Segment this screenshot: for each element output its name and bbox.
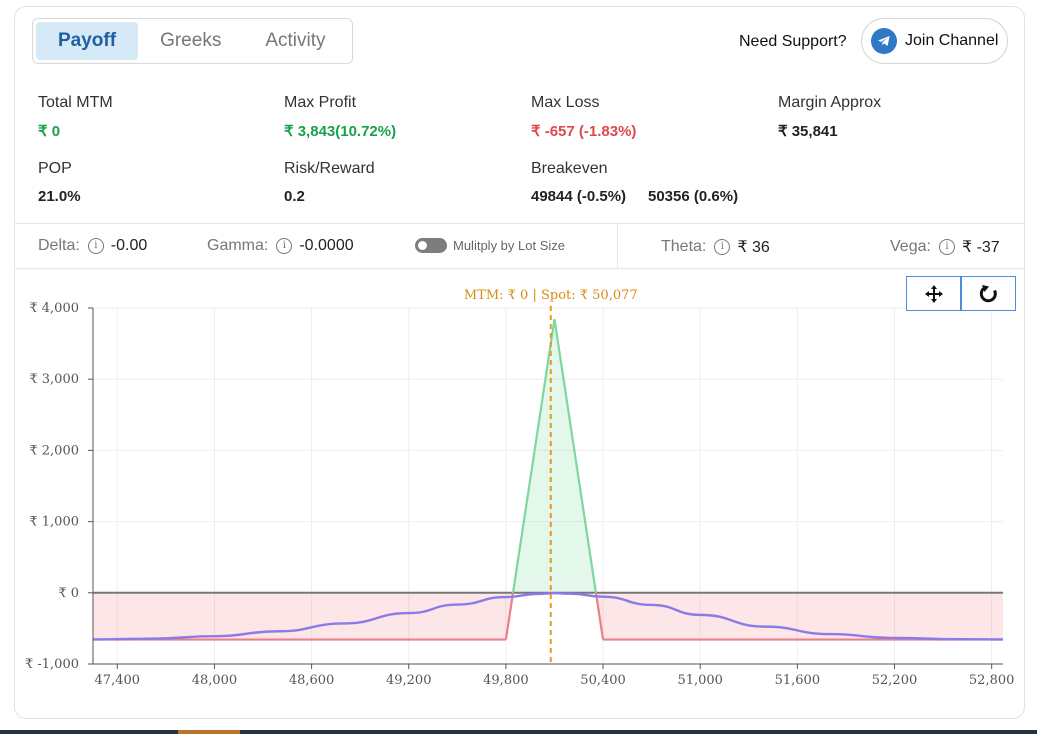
need-support-text: Need Support? bbox=[739, 33, 847, 50]
theta-stat: Theta: i ₹ 36 bbox=[661, 237, 770, 257]
payoff-chart[interactable]: MTM: ₹ 0 | Spot: ₹ 50,077 ₹ 4,000 ₹ 3,000 ₹… bbox=[0, 270, 1037, 720]
x-tick-label: 51,600 bbox=[775, 673, 821, 688]
breakeven-upper-value: 50356 (0.6%) bbox=[648, 188, 739, 205]
chart-title: MTM: ₹ 0 | Spot: ₹ 50,077 bbox=[464, 288, 638, 303]
reset-zoom-button[interactable] bbox=[961, 276, 1016, 311]
multiply-lot-size-toggle[interactable] bbox=[415, 238, 447, 253]
delta-value: -0.00 bbox=[110, 237, 148, 254]
max-loss-label: Max Loss bbox=[531, 94, 600, 111]
info-icon[interactable]: i bbox=[276, 238, 293, 254]
y-tick-label: ₹ 2,000 bbox=[29, 443, 79, 458]
x-tick-label: 47,400 bbox=[95, 673, 141, 688]
divider bbox=[15, 223, 1024, 224]
x-tick-label: 48,000 bbox=[192, 673, 238, 688]
risk-reward-label: Risk/Reward bbox=[284, 160, 375, 177]
tab-payoff[interactable]: Payoff bbox=[36, 22, 139, 60]
x-tick-label: 49,200 bbox=[386, 673, 432, 688]
x-tick-label: 50,400 bbox=[580, 673, 626, 688]
breakeven-label: Breakeven bbox=[531, 160, 608, 177]
gamma-value: -0.0000 bbox=[299, 237, 354, 254]
total-mtm-label: Total MTM bbox=[38, 94, 113, 111]
divider bbox=[617, 224, 618, 268]
y-tick-label: ₹ 4,000 bbox=[29, 301, 79, 316]
tab-activity[interactable]: Activity bbox=[243, 22, 347, 60]
pop-label: POP bbox=[38, 160, 72, 177]
margin-value: ₹ 35,841 bbox=[778, 123, 838, 140]
x-tick-label: 49,800 bbox=[483, 673, 529, 688]
view-tabs: Payoff Greeks Activity bbox=[32, 18, 353, 64]
x-tick-label: 48,600 bbox=[289, 673, 335, 688]
pan-button[interactable] bbox=[906, 276, 961, 311]
join-channel-button[interactable]: Join Channel bbox=[861, 18, 1008, 64]
bottom-bar-segment bbox=[178, 730, 240, 734]
total-mtm-value: ₹ 0 bbox=[38, 123, 61, 140]
gamma-label: Gamma: bbox=[207, 237, 269, 254]
delta-stat: Delta: i -0.00 bbox=[38, 237, 147, 255]
move-icon bbox=[924, 284, 943, 303]
info-icon[interactable]: i bbox=[714, 239, 731, 255]
delta-label: Delta: bbox=[38, 237, 80, 254]
divider bbox=[15, 268, 1024, 269]
vega-value: ₹ -37 bbox=[961, 239, 1000, 256]
max-profit-label: Max Profit bbox=[284, 94, 357, 111]
telegram-icon bbox=[871, 28, 897, 54]
multiply-lot-size-label: Mulitply by Lot Size bbox=[453, 238, 565, 253]
x-tick-label: 52,800 bbox=[969, 673, 1015, 688]
y-tick-label: ₹ 3,000 bbox=[29, 372, 79, 387]
y-tick-label: ₹ -1,000 bbox=[25, 657, 79, 672]
vega-stat: Vega: i ₹ -37 bbox=[890, 237, 1000, 257]
info-icon[interactable]: i bbox=[938, 239, 955, 255]
refresh-icon bbox=[979, 284, 997, 302]
tab-greeks[interactable]: Greeks bbox=[138, 22, 243, 60]
max-loss-value: ₹ -657 (-1.83%) bbox=[531, 123, 637, 140]
theta-label: Theta: bbox=[661, 238, 707, 255]
y-tick-label: ₹ 1,000 bbox=[29, 515, 79, 530]
x-tick-label: 52,200 bbox=[872, 673, 918, 688]
theta-value: ₹ 36 bbox=[737, 239, 770, 256]
info-icon[interactable]: i bbox=[87, 238, 104, 254]
margin-label: Margin Approx bbox=[778, 94, 882, 111]
loss-area bbox=[93, 592, 1003, 640]
bottom-bar bbox=[0, 730, 1037, 734]
risk-reward-value: 0.2 bbox=[284, 188, 305, 205]
breakeven-lower-value: 49844 (-0.5%) bbox=[531, 188, 627, 205]
pop-value: 21.0% bbox=[38, 188, 81, 205]
vega-label: Vega: bbox=[890, 238, 931, 255]
gamma-stat: Gamma: i -0.0000 bbox=[207, 237, 354, 255]
max-profit-value: ₹ 3,843(10.72%) bbox=[284, 123, 397, 140]
y-tick-label: ₹ 0 bbox=[58, 586, 79, 601]
join-channel-label: Join Channel bbox=[905, 32, 999, 49]
x-tick-label: 51,000 bbox=[677, 673, 723, 688]
